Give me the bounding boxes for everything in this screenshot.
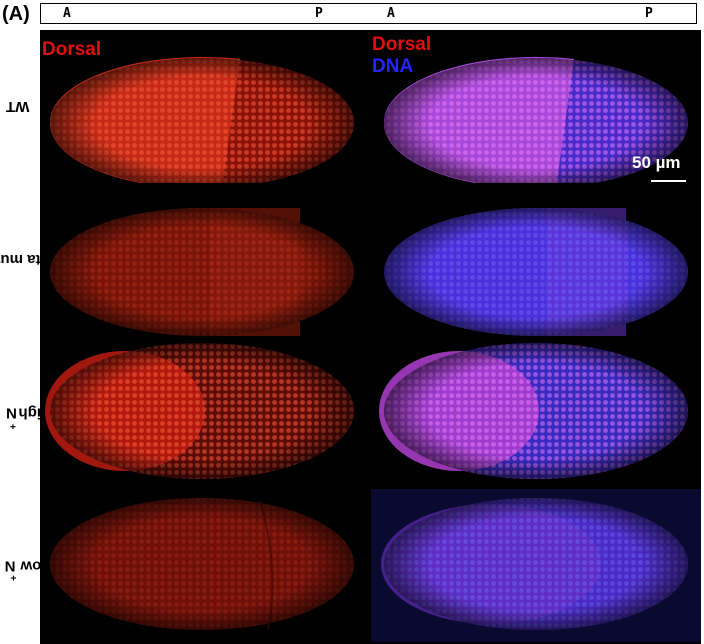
merge-dna-label: DNA bbox=[372, 56, 414, 77]
anterior-label-left: A bbox=[63, 6, 71, 21]
scale-bar bbox=[651, 180, 686, 182]
embryo-n-high-merge bbox=[371, 336, 701, 489]
embryo-delta-dorsal bbox=[40, 183, 370, 336]
dorsal-channel-label: Dorsal bbox=[42, 39, 102, 60]
embryo-n-high-dorsal bbox=[40, 336, 370, 489]
row-label-wt: WT bbox=[6, 98, 30, 115]
row-label-n-low: N + Low bbox=[4, 557, 51, 581]
ap-axis-bar: A P A P bbox=[40, 3, 697, 24]
row-label-delta-mutant: Delta mutant bbox=[0, 251, 63, 268]
panel-label: (A) bbox=[2, 3, 30, 25]
posterior-label-left: P bbox=[315, 6, 323, 21]
embryo-image-grid bbox=[40, 30, 701, 644]
scale-bar-label: 50 µm bbox=[632, 153, 681, 172]
embryo-n-low-dorsal bbox=[40, 489, 370, 642]
embryo-delta-merge bbox=[371, 183, 701, 336]
posterior-label-right: P bbox=[645, 6, 653, 21]
merge-dorsal-label: Dorsal bbox=[372, 34, 432, 55]
row-label-n-high: N + High bbox=[6, 404, 53, 430]
anterior-label-right: A bbox=[387, 6, 395, 21]
embryo-n-low-merge bbox=[371, 489, 701, 642]
